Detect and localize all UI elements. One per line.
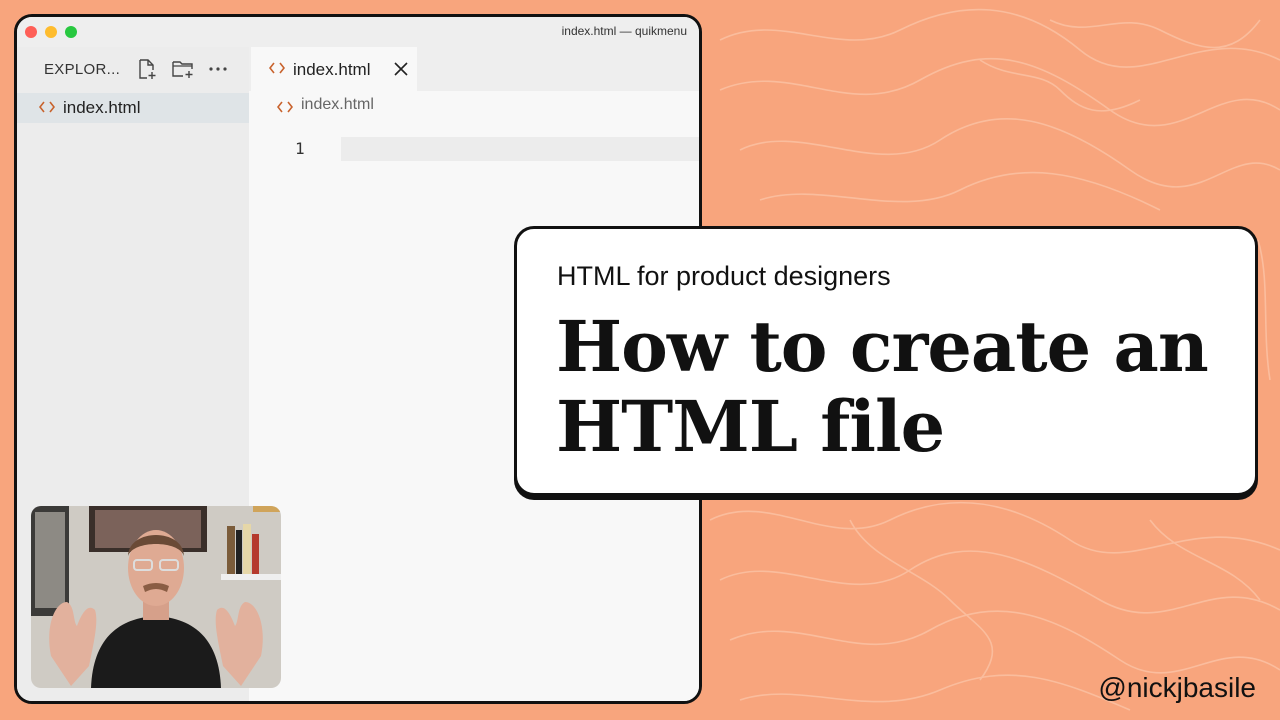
webcam-feed (31, 506, 281, 688)
explorer-header: EXPLOR... (17, 47, 249, 91)
html-code-icon (269, 62, 285, 74)
tab-index-html[interactable]: index.html (251, 47, 417, 91)
more-actions-button[interactable] (206, 57, 230, 81)
new-file-button[interactable] (135, 57, 159, 81)
presenter-video-image (31, 506, 281, 688)
tab-label: index.html (293, 60, 371, 79)
title-bar: index.html — quikmenu (17, 17, 699, 47)
explorer-file-name: index.html (63, 98, 141, 117)
close-tab-icon[interactable] (393, 61, 409, 77)
author-handle: @nickjbasile (1098, 672, 1256, 703)
minimize-window-button[interactable] (45, 26, 57, 38)
new-folder-icon (172, 61, 193, 78)
current-line-highlight[interactable] (341, 137, 699, 161)
card-title: How to create an HTML file (556, 305, 1209, 468)
ellipsis-icon (209, 67, 227, 71)
breadcrumb[interactable]: index.html (249, 93, 699, 119)
line-number: 1 (295, 139, 305, 158)
explorer-title: EXPLOR... (44, 61, 121, 78)
window-title: index.html — quikmenu (561, 24, 687, 38)
new-folder-button[interactable] (171, 57, 195, 81)
html-code-icon (277, 101, 293, 113)
card-subtitle: HTML for product designers (557, 261, 891, 291)
tab-bar: index.html (249, 47, 699, 91)
zoom-window-button[interactable] (65, 26, 77, 38)
html-code-icon (39, 101, 55, 113)
close-window-button[interactable] (25, 26, 37, 38)
new-file-icon (139, 59, 156, 79)
breadcrumb-label: index.html (301, 96, 374, 113)
explorer-file-item[interactable]: index.html (17, 93, 249, 123)
title-card: HTML for product designers How to create… (514, 226, 1258, 496)
